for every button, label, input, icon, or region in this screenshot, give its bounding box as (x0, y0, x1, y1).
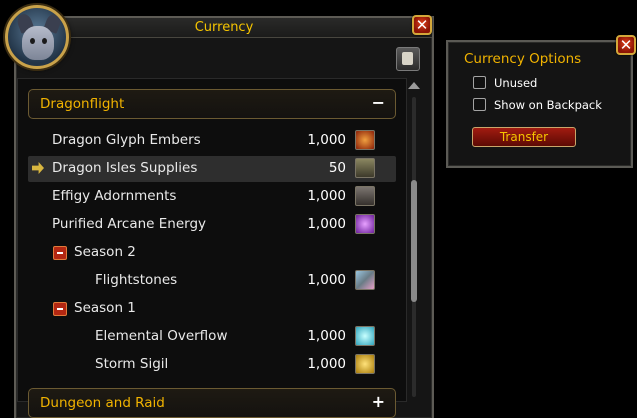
currency-row[interactable]: Dragon Glyph Embers 1,000 (28, 128, 396, 154)
storm-sigil-icon (355, 354, 375, 374)
title-bar[interactable]: Currency (16, 18, 432, 38)
currency-row[interactable]: Purified Arcane Energy 1,000 (28, 212, 396, 238)
currency-name: Dragon Isles Supplies (52, 160, 198, 176)
show-on-backpack-checkbox[interactable] (473, 98, 486, 111)
collapse-toggle-icon[interactable]: − (372, 93, 385, 112)
subcategory-season-2[interactable]: Season 2 (28, 240, 396, 266)
window-title: Currency (194, 20, 254, 35)
currency-row[interactable]: Flightstones 1,000 (28, 268, 396, 294)
currency-amount: 1,000 (307, 328, 346, 344)
track-arrow-icon (32, 162, 44, 174)
subcategory-label: Season 2 (74, 244, 136, 260)
elemental-overflow-icon (355, 326, 375, 346)
scroll-up-arrow-icon[interactable] (408, 82, 420, 89)
scroll-thumb[interactable] (411, 180, 417, 302)
category-header-dungeon-raid[interactable]: Dungeon and Raid + (28, 388, 396, 418)
category-header-dragonflight[interactable]: Dragonflight − (28, 89, 396, 119)
currency-name: Effigy Adornments (52, 188, 177, 204)
currency-amount: 50 (328, 160, 346, 176)
currency-row-selected[interactable]: Dragon Isles Supplies 50 (28, 156, 396, 182)
supplies-crate-icon (355, 158, 375, 178)
transfer-button[interactable]: Transfer (472, 127, 576, 147)
currency-row[interactable]: Storm Sigil 1,000 (28, 352, 396, 378)
subcategory-label: Season 1 (74, 300, 136, 316)
scrollbar[interactable] (408, 82, 420, 400)
currency-amount: 1,000 (307, 132, 346, 148)
options-scroll-icon[interactable] (396, 47, 420, 71)
currency-row[interactable]: Elemental Overflow 1,000 (28, 324, 396, 350)
currency-amount: 1,000 (307, 216, 346, 232)
character-portrait (5, 5, 69, 69)
options-title: Currency Options (464, 51, 582, 67)
currency-name: Purified Arcane Energy (52, 216, 207, 232)
currency-name: Dragon Glyph Embers (52, 132, 201, 148)
close-button[interactable]: ✕ (412, 15, 432, 35)
currency-name: Elemental Overflow (95, 328, 228, 344)
arcane-orb-icon (355, 214, 375, 234)
subcategory-season-1[interactable]: Season 1 (28, 296, 396, 322)
currency-amount: 1,000 (307, 356, 346, 372)
flightstone-icon (355, 270, 375, 290)
currency-name: Storm Sigil (95, 356, 169, 372)
currency-name: Flightstones (95, 272, 178, 288)
show-on-backpack-label: Show on Backpack (494, 98, 602, 112)
glyph-ember-icon (355, 130, 375, 150)
category-label: Dragonflight (40, 96, 125, 112)
expand-toggle-icon[interactable]: + (372, 392, 385, 411)
category-label: Dungeon and Raid (40, 395, 165, 411)
currency-amount: 1,000 (307, 188, 346, 204)
options-close-button[interactable]: ✕ (616, 35, 636, 55)
effigy-icon (355, 186, 375, 206)
collapse-minus-icon[interactable] (53, 302, 67, 316)
currency-row[interactable]: Effigy Adornments 1,000 (28, 184, 396, 210)
unused-checkbox[interactable] (473, 76, 486, 89)
currency-amount: 1,000 (307, 272, 346, 288)
unused-label: Unused (494, 76, 538, 90)
collapse-minus-icon[interactable] (53, 246, 67, 260)
